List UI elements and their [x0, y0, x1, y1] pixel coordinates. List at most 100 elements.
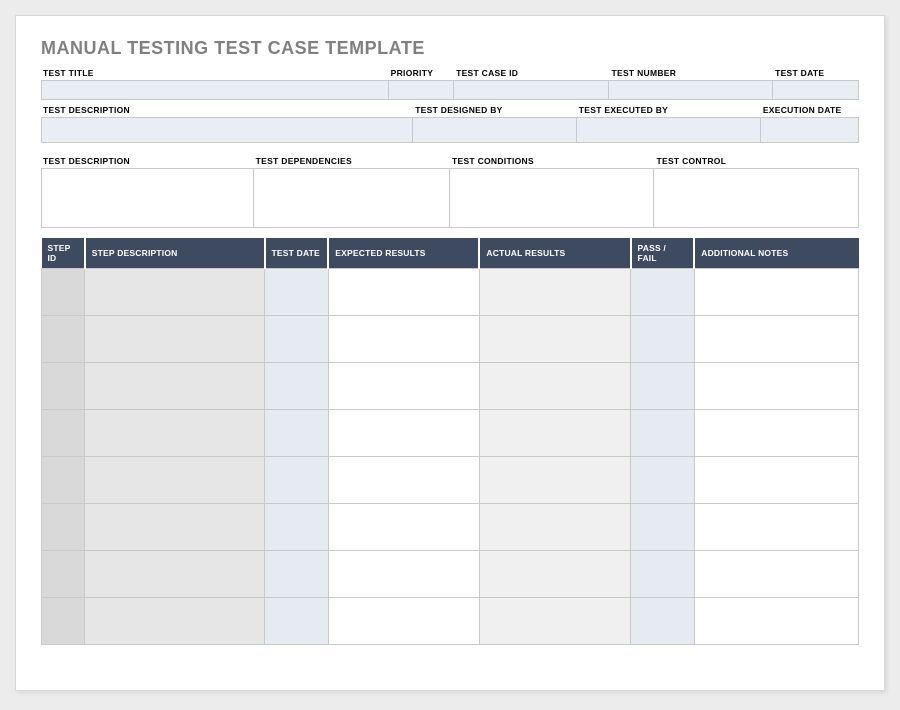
page-title: MANUAL TESTING TEST CASE TEMPLATE [41, 38, 859, 59]
label-test-dependencies: TEST DEPENDENCIES [254, 153, 450, 168]
cell-additional_notes[interactable] [694, 504, 858, 551]
steps-table: STEP ID STEP DESCRIPTION TEST DATE EXPEC… [41, 238, 859, 645]
cell-pass_fail[interactable] [631, 551, 695, 598]
cell-additional_notes[interactable] [694, 551, 858, 598]
cell-additional_notes[interactable] [694, 457, 858, 504]
cell-expected_results[interactable] [328, 457, 479, 504]
cell-pass_fail[interactable] [631, 457, 695, 504]
header-test-date: TEST DATE [265, 238, 329, 269]
cell-expected_results[interactable] [328, 316, 479, 363]
cell-test_date[interactable] [265, 551, 329, 598]
cell-step_id[interactable] [42, 269, 85, 316]
label-test-description-r2: TEST DESCRIPTION [41, 102, 413, 117]
cell-expected_results[interactable] [328, 598, 479, 645]
cell-step_description[interactable] [85, 598, 265, 645]
input-test-designed-by[interactable] [412, 117, 577, 143]
table-row [42, 504, 859, 551]
input-test-executed-by[interactable] [576, 117, 761, 143]
label-test-designed-by: TEST DESIGNED BY [413, 102, 577, 117]
header-step-id: STEP ID [42, 238, 85, 269]
cell-step_description[interactable] [85, 457, 265, 504]
cell-actual_results[interactable] [479, 363, 630, 410]
cell-step_description[interactable] [85, 269, 265, 316]
cell-actual_results[interactable] [479, 269, 630, 316]
cell-test_date[interactable] [265, 598, 329, 645]
cell-pass_fail[interactable] [631, 504, 695, 551]
cell-actual_results[interactable] [479, 410, 630, 457]
label-test-conditions: TEST CONDITIONS [450, 153, 655, 168]
cell-pass_fail[interactable] [631, 410, 695, 457]
input-test-conditions[interactable] [449, 168, 655, 228]
cell-step_description[interactable] [85, 363, 265, 410]
cell-expected_results[interactable] [328, 551, 479, 598]
header-row-1: TEST TITLE PRIORITY TEST CASE ID TEST NU… [41, 65, 859, 100]
input-test-description-r3[interactable] [41, 168, 254, 228]
label-test-executed-by: TEST EXECUTED BY [577, 102, 761, 117]
cell-pass_fail[interactable] [631, 598, 695, 645]
label-test-control: TEST CONTROL [654, 153, 859, 168]
table-row [42, 598, 859, 645]
input-test-description-r2[interactable] [41, 117, 413, 143]
cell-actual_results[interactable] [479, 504, 630, 551]
cell-test_date[interactable] [265, 316, 329, 363]
input-test-case-id[interactable] [453, 80, 609, 100]
cell-expected_results[interactable] [328, 363, 479, 410]
cell-test_date[interactable] [265, 504, 329, 551]
cell-step_id[interactable] [42, 316, 85, 363]
cell-expected_results[interactable] [328, 269, 479, 316]
cell-additional_notes[interactable] [694, 410, 858, 457]
header-step-description: STEP DESCRIPTION [85, 238, 265, 269]
input-test-number[interactable] [608, 80, 773, 100]
table-row [42, 457, 859, 504]
header-actual-results: ACTUAL RESULTS [479, 238, 630, 269]
cell-actual_results[interactable] [479, 457, 630, 504]
cell-expected_results[interactable] [328, 410, 479, 457]
table-row [42, 363, 859, 410]
label-test-number: TEST NUMBER [609, 65, 773, 80]
cell-test_date[interactable] [265, 269, 329, 316]
cell-actual_results[interactable] [479, 598, 630, 645]
input-execution-date[interactable] [760, 117, 859, 143]
input-test-dependencies[interactable] [253, 168, 450, 228]
cell-actual_results[interactable] [479, 551, 630, 598]
input-priority[interactable] [388, 80, 454, 100]
cell-actual_results[interactable] [479, 316, 630, 363]
cell-step_id[interactable] [42, 551, 85, 598]
input-test-date[interactable] [772, 80, 859, 100]
cell-pass_fail[interactable] [631, 316, 695, 363]
header-expected-results: EXPECTED RESULTS [328, 238, 479, 269]
steps-header-row: STEP ID STEP DESCRIPTION TEST DATE EXPEC… [42, 238, 859, 269]
cell-test_date[interactable] [265, 410, 329, 457]
cell-step_description[interactable] [85, 504, 265, 551]
label-test-description-r3: TEST DESCRIPTION [41, 153, 254, 168]
label-test-date: TEST DATE [773, 65, 859, 80]
cell-additional_notes[interactable] [694, 598, 858, 645]
table-row [42, 551, 859, 598]
header-row-3: TEST DESCRIPTION TEST DEPENDENCIES TEST … [41, 153, 859, 228]
cell-test_date[interactable] [265, 457, 329, 504]
cell-step_id[interactable] [42, 457, 85, 504]
label-priority: PRIORITY [389, 65, 454, 80]
input-test-control[interactable] [653, 168, 859, 228]
input-test-title[interactable] [41, 80, 389, 100]
cell-step_description[interactable] [85, 316, 265, 363]
cell-step_id[interactable] [42, 410, 85, 457]
label-test-title: TEST TITLE [41, 65, 389, 80]
table-row [42, 316, 859, 363]
cell-additional_notes[interactable] [694, 316, 858, 363]
cell-additional_notes[interactable] [694, 269, 858, 316]
cell-additional_notes[interactable] [694, 363, 858, 410]
cell-step_id[interactable] [42, 598, 85, 645]
cell-test_date[interactable] [265, 363, 329, 410]
cell-step_id[interactable] [42, 504, 85, 551]
cell-step_id[interactable] [42, 363, 85, 410]
cell-pass_fail[interactable] [631, 269, 695, 316]
cell-step_description[interactable] [85, 410, 265, 457]
header-pass-fail: PASS / FAIL [631, 238, 695, 269]
header-additional-notes: ADDITIONAL NOTES [694, 238, 858, 269]
label-test-case-id: TEST CASE ID [454, 65, 609, 80]
cell-pass_fail[interactable] [631, 363, 695, 410]
cell-step_description[interactable] [85, 551, 265, 598]
cell-expected_results[interactable] [328, 504, 479, 551]
table-row [42, 269, 859, 316]
